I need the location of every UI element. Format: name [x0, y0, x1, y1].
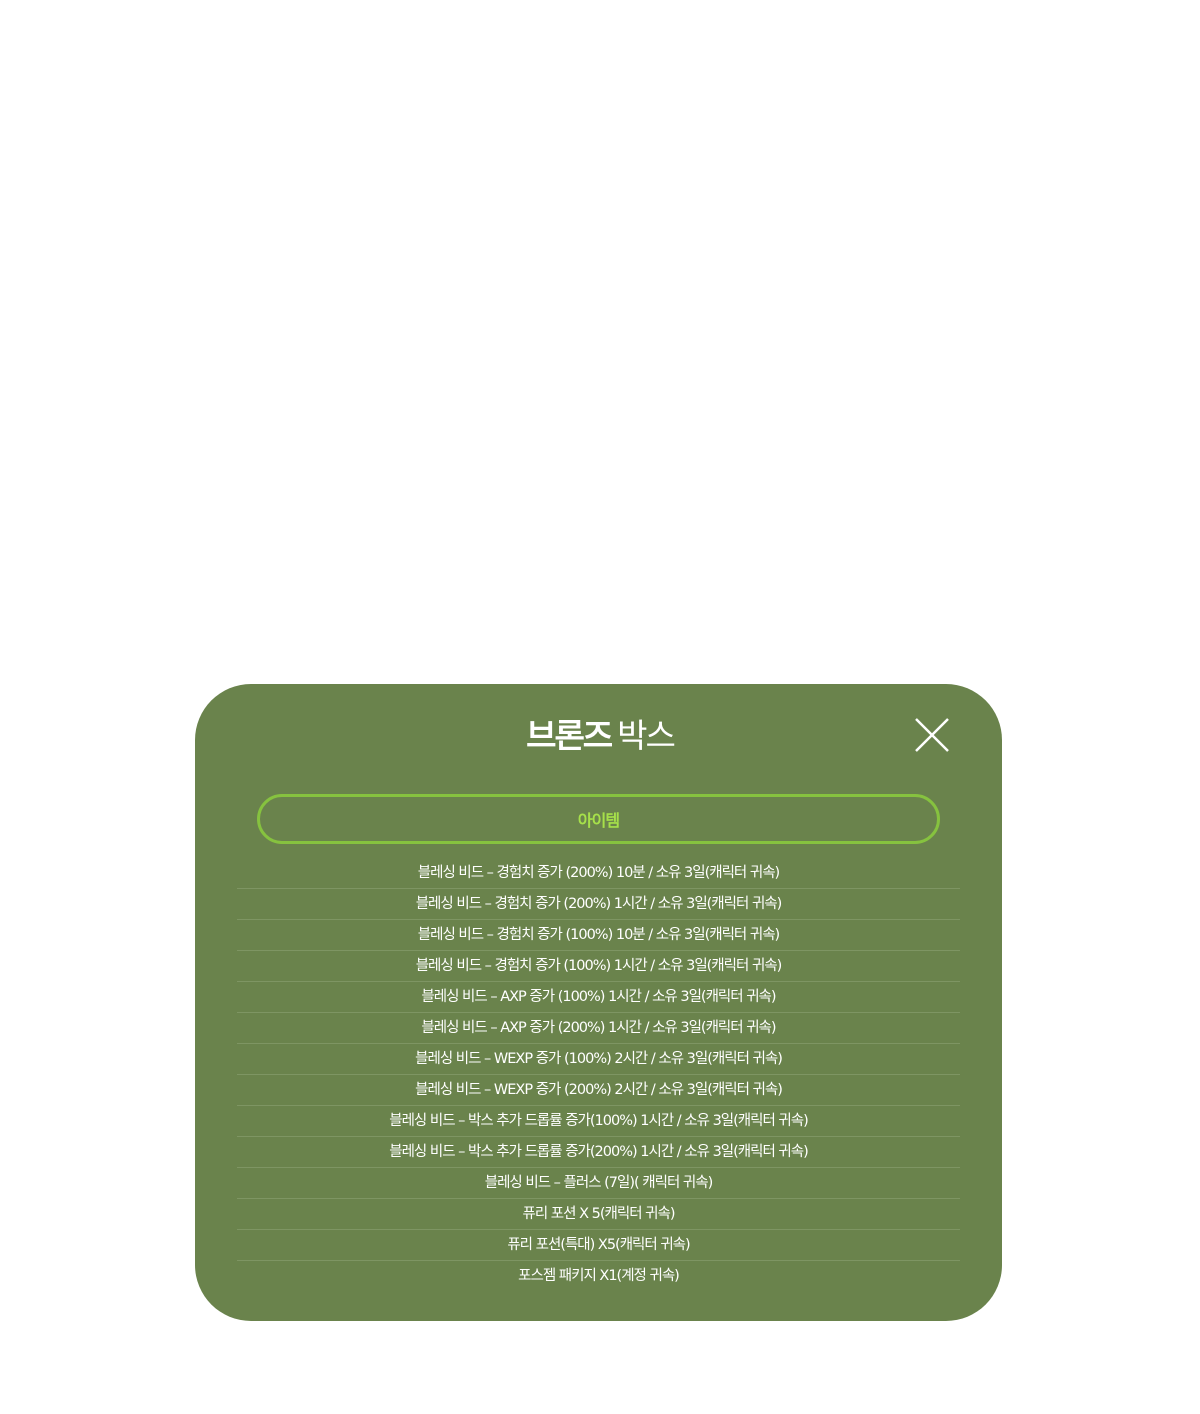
- modal-title-strong: 브론즈: [526, 716, 613, 755]
- modal-title-light: 박스: [617, 716, 676, 755]
- list-item: 블레싱 비드 – 경험치 증가 (100%) 1시간 / 소유 3일(캐릭터 귀…: [237, 951, 960, 982]
- list-item: 포스젬 패키지 X1(계정 귀속): [518, 1268, 680, 1284]
- list-item: 블레싱 비드 – WEXP 증가 (200%) 2시간 / 소유 3일(캐릭터 …: [237, 1075, 960, 1106]
- list-item: 블레싱 비드 – AXP 증가 (100%) 1시간 / 소유 3일(캐릭터 귀…: [237, 982, 960, 1013]
- list-item: 블레싱 비드 – 경험치 증가 (200%) 1시간 / 소유 3일(캐릭터 귀…: [237, 889, 960, 920]
- list-item: 블레싱 비드 – 플러스 (7일)( 캐릭터 귀속): [237, 1168, 960, 1199]
- list-item: 퓨리 포션 X 5(캐릭터 귀속): [237, 1199, 960, 1230]
- tab-items[interactable]: 아이템: [257, 794, 940, 844]
- list-item: 블레싱 비드 – AXP 증가 (200%) 1시간 / 소유 3일(캐릭터 귀…: [237, 1013, 960, 1044]
- close-x-icon: [915, 718, 949, 752]
- tab-items-label: 아이템: [577, 811, 620, 830]
- item-list: 블레싱 비드 – 경험치 증가 (200%) 10분 / 소유 3일(캐릭터 귀…: [237, 858, 960, 1291]
- modal-title: 브론즈 박스: [0, 714, 1200, 758]
- list-item: 퓨리 포션(특대) X5(캐릭터 귀속): [237, 1230, 960, 1261]
- close-button[interactable]: [913, 716, 951, 754]
- list-item: 블레싱 비드 – WEXP 증가 (100%) 2시간 / 소유 3일(캐릭터 …: [237, 1044, 960, 1075]
- list-item: 블레싱 비드 – 경험치 증가 (200%) 10분 / 소유 3일(캐릭터 귀…: [237, 858, 960, 889]
- list-item: 블레싱 비드 – 경험치 증가 (100%) 10분 / 소유 3일(캐릭터 귀…: [237, 920, 960, 951]
- list-item: 블레싱 비드 – 박스 추가 드롭률 증가(100%) 1시간 / 소유 3일(…: [237, 1106, 960, 1137]
- list-item: 블레싱 비드 – 박스 추가 드롭률 증가(200%) 1시간 / 소유 3일(…: [237, 1137, 960, 1168]
